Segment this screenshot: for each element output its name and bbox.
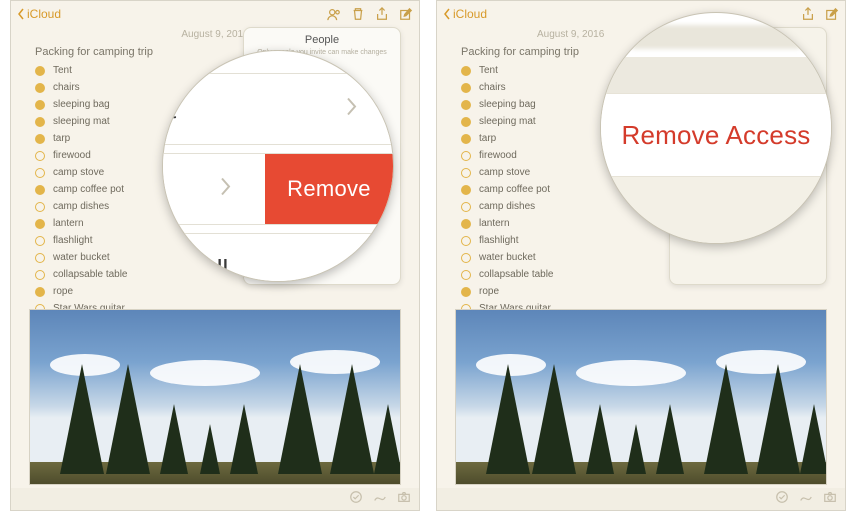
checkbox-icon[interactable] — [461, 270, 471, 280]
checklist-label: tarp — [53, 133, 70, 144]
person-row[interactable]: t — [163, 73, 393, 145]
checkbox-icon[interactable] — [461, 83, 471, 93]
back-button[interactable]: iCloud — [443, 7, 487, 21]
checkbox-icon[interactable] — [35, 202, 45, 212]
checklist-label: chairs — [53, 82, 80, 93]
person-name-fragment: dwell — [163, 254, 228, 282]
chevron-right-icon — [345, 97, 357, 122]
checklist-label: firewood — [479, 150, 517, 161]
checklist-label: sleeping bag — [53, 99, 110, 110]
checkbox-icon[interactable] — [461, 151, 471, 161]
checkbox-icon[interactable] — [35, 253, 45, 263]
camera-icon[interactable] — [397, 490, 411, 509]
checklist-label: flashlight — [53, 235, 92, 246]
top-bar: iCloud — [11, 1, 419, 27]
top-bar: iCloud — [437, 1, 845, 27]
checklist-label: tarp — [479, 133, 496, 144]
remove-button[interactable]: Remove — [265, 154, 393, 224]
zoom-lens-remove-access: Remove Access — [600, 12, 832, 244]
checkbox-icon[interactable] — [35, 287, 45, 297]
note-photo — [29, 309, 401, 485]
checklist-label: sleeping mat — [53, 116, 110, 127]
checkbox-icon[interactable] — [461, 134, 471, 144]
checklist-label: sleeping bag — [479, 99, 536, 110]
chevron-right-icon — [219, 177, 231, 202]
checklist-label: rope — [53, 286, 73, 297]
checklist-label: camp coffee pot — [53, 184, 124, 195]
checkbox-icon[interactable] — [461, 219, 471, 229]
checkbox-icon[interactable] — [35, 151, 45, 161]
checklist-label: camp coffee pot — [479, 184, 550, 195]
checklist-label: sleeping mat — [479, 116, 536, 127]
trash-icon[interactable] — [351, 7, 365, 21]
checklist-label: chairs — [479, 82, 506, 93]
note-photo — [455, 309, 827, 485]
checklist-label: water bucket — [53, 252, 110, 263]
chevron-right-icon — [345, 257, 357, 282]
sketch-icon[interactable] — [799, 490, 813, 509]
checkbox-icon[interactable] — [461, 253, 471, 263]
checkbox-icon[interactable] — [35, 270, 45, 280]
bottom-bar — [11, 488, 419, 510]
back-button[interactable]: iCloud — [17, 7, 61, 21]
bottom-bar — [437, 488, 845, 510]
checklist-label: rope — [479, 286, 499, 297]
checkbox-icon[interactable] — [35, 185, 45, 195]
checkbox-icon[interactable] — [461, 100, 471, 110]
checklist-label: firewood — [53, 150, 91, 161]
checklist-label: camp dishes — [53, 201, 109, 212]
sketch-icon[interactable] — [373, 490, 387, 509]
checklist-label: collapsable table — [53, 269, 128, 280]
checkmark-icon[interactable] — [775, 490, 789, 509]
checklist-label: Tent — [479, 65, 498, 76]
checklist-label: camp stove — [479, 167, 530, 178]
checkbox-icon[interactable] — [35, 236, 45, 246]
share-icon[interactable] — [801, 7, 815, 21]
checklist-label: water bucket — [479, 252, 536, 263]
zoom-lens-remove: t Remove dwell — [162, 50, 394, 282]
remove-access-label[interactable]: Remove Access — [621, 120, 810, 151]
person-name-fragment: t — [163, 94, 176, 125]
checkbox-icon[interactable] — [461, 66, 471, 76]
compose-icon[interactable] — [825, 7, 839, 21]
checkmark-icon[interactable] — [349, 490, 363, 509]
checklist-label: flashlight — [479, 235, 518, 246]
checkbox-icon[interactable] — [35, 66, 45, 76]
checkbox-icon[interactable] — [461, 287, 471, 297]
checkbox-icon[interactable] — [461, 185, 471, 195]
checklist-label: Tent — [53, 65, 72, 76]
checkbox-icon[interactable] — [461, 117, 471, 127]
popover-title: People — [244, 28, 400, 49]
checkbox-icon[interactable] — [35, 168, 45, 178]
person-row[interactable]: dwell — [163, 233, 393, 282]
compose-icon[interactable] — [399, 7, 413, 21]
people-icon[interactable] — [327, 7, 341, 21]
remove-label: Remove — [287, 176, 371, 202]
checkbox-icon[interactable] — [461, 202, 471, 212]
checkbox-icon[interactable] — [35, 83, 45, 93]
checklist-item[interactable]: rope — [451, 283, 831, 300]
checkbox-icon[interactable] — [461, 168, 471, 178]
section-gap — [601, 57, 831, 93]
checkbox-icon[interactable] — [35, 117, 45, 127]
person-row-swiped[interactable]: Remove — [163, 153, 393, 225]
checklist-label: camp stove — [53, 167, 104, 178]
share-icon[interactable] — [375, 7, 389, 21]
checklist-label: camp dishes — [479, 201, 535, 212]
back-label: iCloud — [453, 7, 487, 21]
checklist-item[interactable]: rope — [25, 283, 405, 300]
remove-access-row[interactable]: Remove Access — [601, 93, 831, 177]
checklist-label: lantern — [479, 218, 510, 229]
back-label: iCloud — [27, 7, 61, 21]
checkbox-icon[interactable] — [35, 134, 45, 144]
checklist-label: collapsable table — [479, 269, 554, 280]
camera-icon[interactable] — [823, 490, 837, 509]
blurred-header — [629, 25, 803, 49]
checkbox-icon[interactable] — [35, 100, 45, 110]
checkbox-icon[interactable] — [35, 219, 45, 229]
section-gap — [601, 177, 831, 243]
checkbox-icon[interactable] — [461, 236, 471, 246]
checklist-label: lantern — [53, 218, 84, 229]
